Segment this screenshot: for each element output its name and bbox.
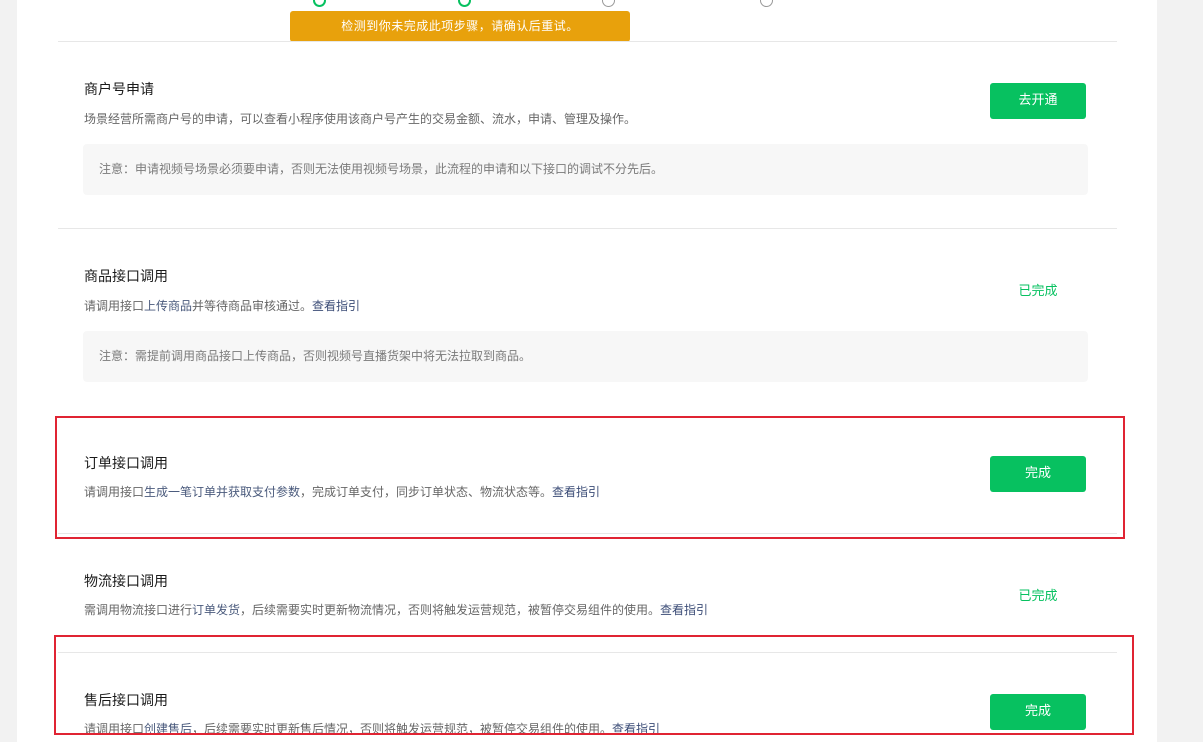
notice-merchant: 注意：申请视频号场景必须要申请，否则无法使用视频号场景，此流程的申请和以下接口的…: [83, 144, 1088, 195]
desc-text: 并等待商品审核通过。: [192, 299, 313, 313]
desc-text: ，后续需要实时更新售后情况，否则将触发运营规范，被暂停交易组件的使用。: [192, 722, 613, 736]
status-completed: 已完成: [1018, 284, 1058, 299]
step-done-icon: [458, 0, 471, 7]
open-merchant-button[interactable]: 去开通: [990, 83, 1086, 119]
section-desc-merchant: 场景经营所需商户号的申请，可以查看小程序使用该商户号产生的交易金额、流水，申请、…: [84, 112, 637, 126]
section-desc-logistics: 需调用物流接口进行订单发货，后续需要实时更新物流情况，否则将触发运营规范，被暂停…: [84, 601, 708, 618]
guide-link[interactable]: 查看指引: [660, 603, 708, 617]
section-title-aftersale: 售后接口调用: [84, 693, 168, 709]
notice-product: 注意：需提前调用商品接口上传商品，否则视频号直播货架中将无法拉取到商品。: [83, 331, 1088, 382]
desc-text: 请调用接口: [84, 722, 145, 736]
desc-keyword: 上传商品: [144, 299, 193, 313]
desc-text: ，完成订单支付，同步订单状态、物流状态等。: [300, 485, 553, 499]
guide-link[interactable]: 查看指引: [312, 299, 360, 313]
section-title-product: 商品接口调用: [84, 269, 168, 285]
guide-link[interactable]: 查看指引: [612, 722, 660, 736]
section-desc-aftersale: 请调用接口创建售后，后续需要实时更新售后情况，否则将触发运营规范，被暂停交易组件…: [84, 720, 660, 737]
section-divider: [58, 533, 1117, 534]
order-complete-button[interactable]: 完成: [990, 456, 1086, 492]
section-divider: [58, 652, 1117, 653]
desc-keyword: 订单发货: [192, 603, 241, 617]
step-done-icon: [313, 0, 326, 7]
section-desc-product: 请调用接口上传商品并等待商品审核通过。查看指引: [84, 297, 360, 314]
section-divider: [58, 228, 1117, 229]
aftersale-complete-button[interactable]: 完成: [990, 694, 1086, 730]
step-pending-icon: [760, 0, 773, 7]
status-completed: 已完成: [1018, 589, 1058, 604]
warning-toast: 检测到你未完成此项步骤，请确认后重试。: [290, 11, 630, 42]
progress-stepper: [17, 0, 1157, 10]
desc-text: 请调用接口: [84, 299, 145, 313]
section-title-merchant: 商户号申请: [84, 82, 154, 98]
desc-text: 请调用接口: [84, 485, 145, 499]
section-divider: [58, 41, 1117, 42]
step-pending-icon: [602, 0, 615, 7]
content-panel: 检测到你未完成此项步骤，请确认后重试。 商户号申请 场景经营所需商户号的申请，可…: [17, 0, 1157, 742]
desc-keyword: 生成一笔订单并获取支付参数: [144, 485, 301, 499]
desc-keyword: 创建售后: [144, 722, 193, 736]
section-title-order: 订单接口调用: [84, 456, 168, 472]
desc-text: ，后续需要实时更新物流情况，否则将触发运营规范，被暂停交易组件的使用。: [240, 603, 661, 617]
desc-text: 需调用物流接口进行: [84, 603, 193, 617]
section-title-logistics: 物流接口调用: [84, 574, 168, 590]
guide-link[interactable]: 查看指引: [552, 485, 600, 499]
section-desc-order: 请调用接口生成一笔订单并获取支付参数，完成订单支付，同步订单状态、物流状态等。查…: [84, 483, 600, 500]
